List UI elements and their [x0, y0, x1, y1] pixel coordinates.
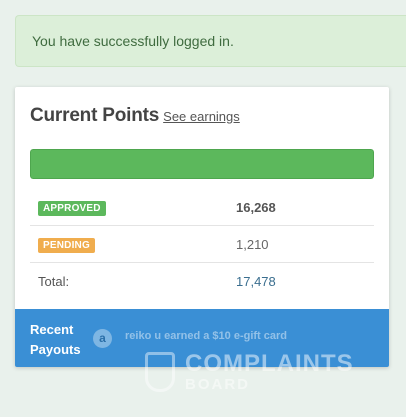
recent-payouts-label: Recent Payouts: [30, 322, 81, 357]
total-label: Total:: [38, 273, 70, 289]
card-title: Current Points: [30, 105, 160, 126]
approved-badge: APPROVED: [38, 201, 106, 216]
pending-value: 1,210: [236, 236, 269, 252]
pending-badge: PENDING: [38, 238, 95, 253]
recent-payouts-bar: Recent Payouts a reiko u earned a $10 e-…: [15, 309, 389, 367]
alert-message: You have successfully logged in.: [32, 33, 234, 49]
pending-badge-cell: PENDING: [30, 235, 236, 253]
see-earnings-link[interactable]: See earnings: [163, 109, 240, 124]
amazon-icon: a: [93, 329, 112, 348]
total-value: 17,478: [236, 274, 276, 289]
approved-badge-cell: APPROVED: [30, 198, 236, 216]
payout-ticker-text: reiko u earned a $10 e-gift card: [125, 330, 288, 342]
total-row: Total: 17,478: [30, 263, 374, 300]
points-table: APPROVED 16,268 PENDING 1,210 Total: 17,…: [30, 189, 374, 300]
pending-row: PENDING 1,210: [30, 226, 374, 263]
approved-value: 16,268: [236, 199, 276, 215]
current-points-card: Current Points See earnings APPROVED 16,…: [15, 87, 389, 367]
login-success-alert: You have successfully logged in.: [15, 15, 406, 67]
card-header: Current Points See earnings: [30, 105, 240, 127]
approved-row: APPROVED 16,268: [30, 189, 374, 226]
total-label-cell: Total:: [30, 273, 236, 291]
points-progress-fill: [30, 149, 374, 179]
points-progress-bar: [30, 149, 374, 179]
watermark-line2: BOARD: [185, 376, 250, 393]
